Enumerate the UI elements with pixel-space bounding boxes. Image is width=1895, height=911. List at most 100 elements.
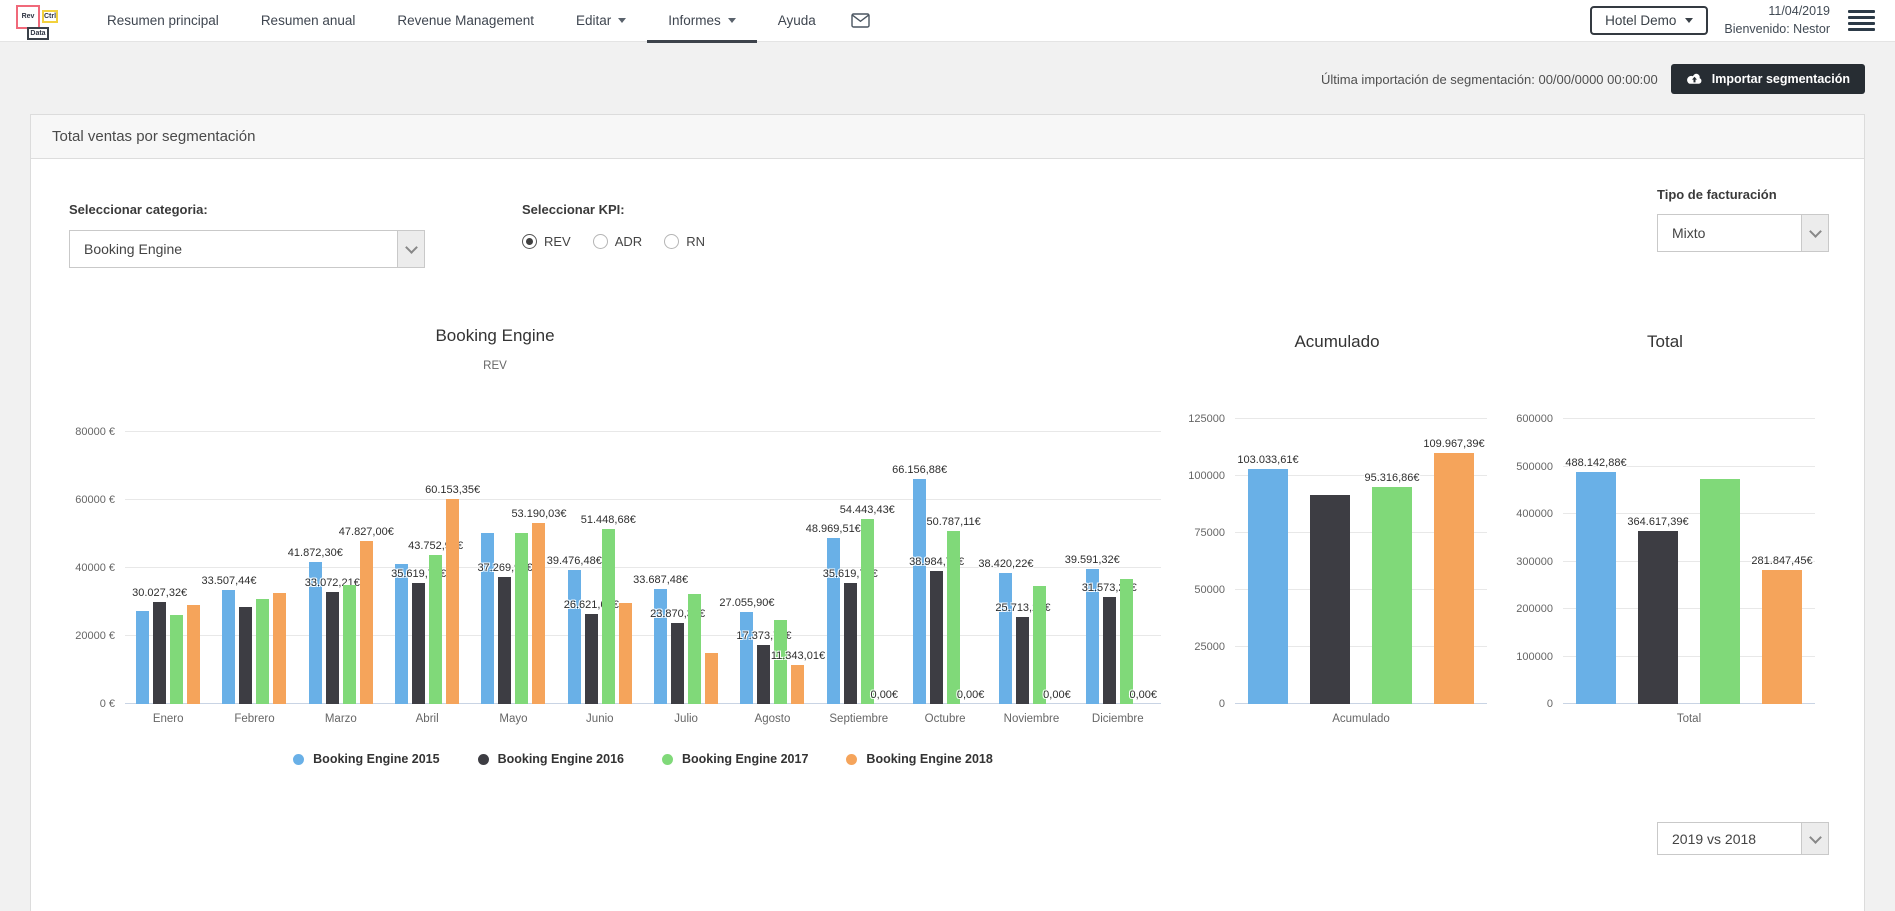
billing-type-select[interactable]: Mixto: [1657, 214, 1829, 252]
bar-value-label: 51.448,68€: [581, 514, 636, 526]
category-label: Seleccionar categoria:: [69, 202, 425, 217]
category-group-agosto: 27.055,90€17.373,76€11.343,01€: [729, 432, 815, 704]
bar: 43.752,95€: [429, 555, 442, 704]
current-date: 11/04/2019: [1724, 3, 1830, 21]
navbar-right: Hotel Demo 11/04/2019 Bienvenido: Nestor: [1590, 3, 1877, 38]
bar: [1310, 495, 1350, 704]
bar-value-label: 66.156,88€: [892, 464, 947, 476]
bar: [619, 603, 632, 704]
x-category-label: Octubre: [902, 713, 988, 725]
bar: 47.827,00€: [360, 541, 373, 704]
comparison-select[interactable]: 2019 vs 2018: [1657, 822, 1829, 855]
panel-title: Total ventas por segmentación: [31, 115, 1864, 159]
y-tick-label: 40000 €: [35, 562, 115, 574]
bar-value-label: 0,00€: [1043, 689, 1071, 701]
kpi-radio-rev[interactable]: REV: [522, 234, 571, 249]
nav-item-informes[interactable]: Informes: [647, 0, 757, 42]
x-category-label: Junio: [557, 713, 643, 725]
comparison-select-row: 2019 vs 2018: [31, 822, 1864, 855]
nav-item-ayuda[interactable]: Ayuda: [757, 0, 837, 42]
bar: [273, 593, 286, 704]
logo-ctrl-box: Ctrl: [42, 10, 58, 23]
kpi-radio-adr[interactable]: ADR: [593, 234, 642, 249]
nav-item-editar[interactable]: Editar: [555, 0, 647, 42]
bar: 60.153,35€: [446, 499, 459, 704]
chart-title: Booking Engine: [33, 326, 957, 346]
nav-item-resumen-anual[interactable]: Resumen anual: [240, 0, 377, 42]
bar: [705, 653, 718, 704]
x-category-label: Julio: [643, 713, 729, 725]
bar: 33.507,44€: [222, 590, 235, 704]
category-group-abril: 35.619,70€43.752,95€60.153,35€: [384, 432, 470, 704]
bar-value-label: 41.872,30€: [288, 547, 343, 559]
chevron-down-icon: [1801, 215, 1828, 251]
legend-item[interactable]: Booking Engine 2015: [293, 752, 439, 766]
nav-item-resumen-principal[interactable]: Resumen principal: [86, 0, 240, 42]
top-navbar: Rev Ctrl Data Resumen principal Resumen …: [0, 0, 1895, 42]
logo-rev-box: Rev: [16, 5, 40, 29]
bar: [136, 611, 149, 704]
radio-unselected-icon[interactable]: [593, 234, 608, 249]
hotel-selector-button[interactable]: Hotel Demo: [1590, 6, 1708, 35]
bar: [343, 585, 356, 704]
app-logo[interactable]: Rev Ctrl Data: [16, 2, 58, 40]
bar-value-label: 281.847,45€: [1751, 555, 1812, 567]
bar: 51.448,68€: [602, 529, 615, 704]
bar-value-label: 48.969,51€: [806, 523, 861, 535]
bar: 50.787,11€: [947, 531, 960, 704]
legend-label: Booking Engine 2016: [498, 752, 624, 766]
bar-value-label: 27.055,90€: [719, 597, 774, 609]
caret-down-icon: [1685, 18, 1693, 23]
sales-by-segmentation-panel: Total ventas por segmentación Selecciona…: [30, 114, 1865, 911]
welcome-text: Bienvenido: Nestor: [1724, 21, 1830, 39]
plot-area: 0100000200000300000400000500000600000488…: [1563, 419, 1815, 704]
legend-item[interactable]: Booking Engine 2017: [662, 752, 808, 766]
bar: [515, 533, 528, 704]
caret-down-icon: [728, 18, 736, 23]
category-group-marzo: 41.872,30€33.072,21€47.827,00€: [298, 432, 384, 704]
radio-unselected-icon[interactable]: [664, 234, 679, 249]
menu-icon[interactable]: [1846, 8, 1877, 34]
billing-type-control: Tipo de facturación Mixto: [1657, 187, 1829, 252]
nav-item-revenue-management[interactable]: Revenue Management: [376, 0, 555, 42]
chart-total: Total 0100000200000300000400000500000600…: [1501, 326, 1829, 766]
category-select[interactable]: Booking Engine: [69, 230, 425, 268]
y-tick-label: 60000 €: [35, 494, 115, 506]
import-row: Última importación de segmentación: 00/0…: [30, 64, 1865, 94]
legend-label: Booking Engine 2015: [313, 752, 439, 766]
bar-value-label: 54.443,43€: [840, 504, 895, 516]
legend-item[interactable]: Booking Engine 2016: [478, 752, 624, 766]
envelope-icon: [851, 13, 870, 28]
bar: 54.443,43€: [861, 519, 874, 704]
kpi-radio-rn[interactable]: RN: [664, 234, 705, 249]
category-control: Seleccionar categoria: Booking Engine: [69, 202, 425, 268]
x-axis-labels: Acumulado: [1235, 713, 1487, 725]
bar: [256, 599, 269, 704]
bar-value-label: 0,00€: [1130, 689, 1158, 701]
kpi-radio-adr-label: ADR: [615, 234, 642, 249]
bar: [481, 533, 494, 704]
category-group-mayo: 37.269,91€53.190,03€: [470, 432, 556, 704]
bar: 23.870,35€: [671, 623, 684, 704]
kpi-radio-group: REV ADR RN: [522, 234, 705, 249]
bar: 37.269,91€: [498, 577, 511, 704]
billing-type-label: Tipo de facturación: [1657, 187, 1829, 202]
chart-legend: Booking Engine 2015 Booking Engine 2016 Bo…: [125, 752, 1161, 766]
controls-row: Seleccionar categoria: Booking Engine Se…: [31, 159, 1864, 268]
bar: 39.476,48€: [568, 570, 581, 704]
plot-area: 0 €20000 €40000 €60000 €80000 €30.027,32…: [125, 432, 1161, 704]
kpi-radio-rn-label: RN: [686, 234, 705, 249]
user-info: 11/04/2019 Bienvenido: Nestor: [1724, 3, 1830, 38]
legend-marker-icon: [293, 754, 304, 765]
mail-button[interactable]: [837, 0, 884, 42]
caret-down-icon: [618, 18, 626, 23]
chart-acumulado: Acumulado 025000500007500010000012500010…: [1173, 326, 1501, 766]
category-group-total: 488.142,88€364.617,39€281.847,45€: [1563, 419, 1815, 704]
import-segmentation-button[interactable]: Importar segmentación: [1671, 64, 1865, 94]
chevron-down-icon: [1801, 823, 1828, 854]
bar: 33.072,21€: [326, 592, 339, 704]
legend-item[interactable]: Booking Engine 2018: [846, 752, 992, 766]
radio-selected-icon[interactable]: [522, 234, 537, 249]
bar: 281.847,45€: [1762, 570, 1802, 704]
kpi-radio-rev-label: REV: [544, 234, 571, 249]
